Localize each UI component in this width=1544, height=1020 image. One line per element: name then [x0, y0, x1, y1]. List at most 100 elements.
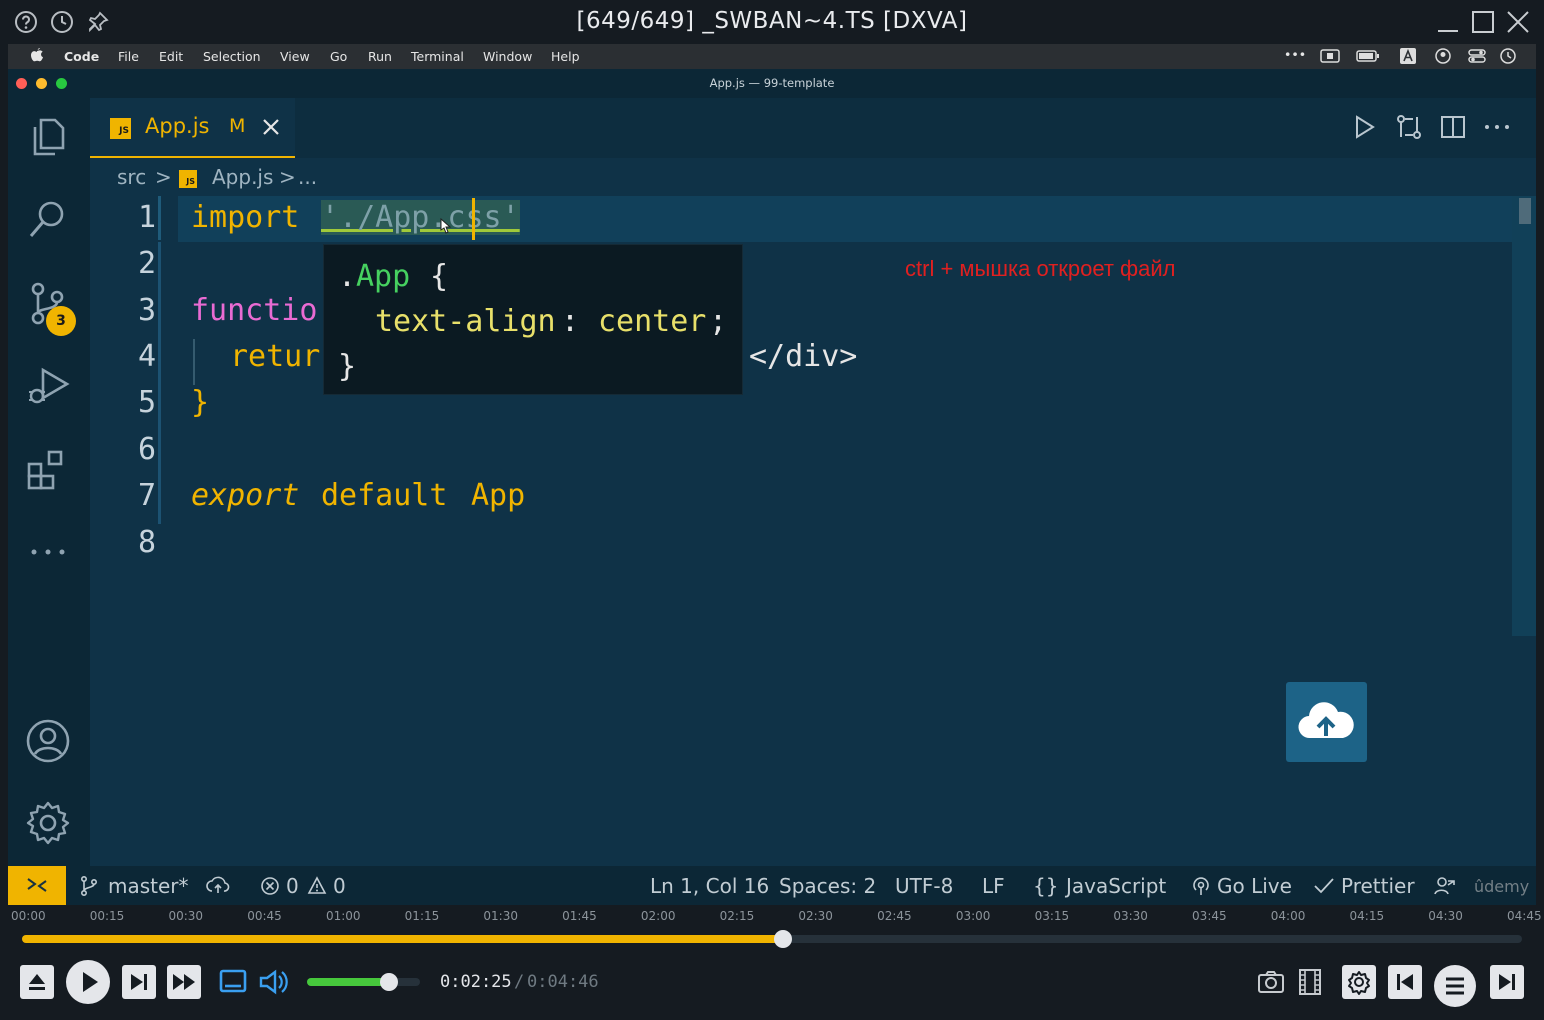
screenshot-icon[interactable]	[1254, 965, 1288, 999]
menu-go[interactable]: Go	[330, 49, 347, 64]
menu-code[interactable]: Code	[64, 49, 99, 64]
code-editor[interactable]: 1 2 3 4 5 6 7 8 import './App.css' funct…	[90, 194, 1536, 866]
subtitles-icon[interactable]	[216, 965, 250, 999]
search-icon[interactable]	[25, 196, 71, 242]
volume-slider[interactable]	[307, 973, 420, 991]
minimap[interactable]	[1512, 196, 1536, 636]
battery-icon[interactable]	[1356, 49, 1380, 63]
prettier-status[interactable]: Prettier	[1341, 874, 1415, 898]
hover-preview: . App { text-align : center ; }	[323, 244, 743, 395]
tabs-row: JS App.js M	[90, 98, 1536, 158]
encoding[interactable]: UTF-8	[895, 874, 953, 898]
volume-handle[interactable]	[380, 973, 399, 991]
code-import-path[interactable]: './App.css'	[321, 200, 520, 235]
breadcrumb-separator-2: >	[279, 165, 296, 189]
annotation-text: ctrl + мышка откроет файл	[905, 256, 1176, 281]
editor-more-icon[interactable]	[1483, 114, 1511, 140]
mouse-pointer-icon	[438, 218, 452, 234]
tab-app-js[interactable]: JS App.js M	[90, 98, 295, 158]
control-center-icon[interactable]	[1468, 48, 1486, 64]
breadcrumb-folder[interactable]: src	[117, 165, 146, 189]
menubar-more[interactable]: •••	[1284, 47, 1306, 62]
maximize-icon[interactable]	[1471, 10, 1495, 34]
code-default: default	[321, 478, 448, 513]
hover-value: center	[598, 304, 707, 339]
menu-window[interactable]: Window	[483, 49, 532, 64]
filmstrip-icon[interactable]	[1293, 965, 1327, 999]
compare-changes-icon[interactable]	[1395, 113, 1423, 141]
breadcrumb-file[interactable]: App.js	[212, 165, 273, 189]
explorer-icon[interactable]	[25, 114, 71, 160]
window-zoom-dot[interactable]	[56, 78, 67, 89]
eject-button[interactable]	[20, 965, 54, 999]
upload-button[interactable]	[1286, 682, 1367, 762]
seek-bar[interactable]	[22, 930, 1522, 948]
screen-mirror-icon[interactable]	[1320, 49, 1340, 63]
line-endings[interactable]: LF	[982, 874, 1005, 898]
menu-run[interactable]: Run	[368, 49, 392, 64]
indentation[interactable]: Spaces: 2	[779, 874, 876, 898]
warnings-count[interactable]: 0	[333, 874, 346, 898]
live-share-icon[interactable]	[1434, 876, 1456, 896]
udemy-watermark: ûdemy	[1474, 877, 1530, 896]
current-time: 0:02:25	[440, 972, 512, 992]
activity-bar: 3	[8, 98, 90, 866]
next-frame-button[interactable]	[122, 965, 156, 999]
timeline-label: 01:30	[483, 909, 518, 923]
menu-view[interactable]: View	[280, 49, 310, 64]
breadcrumb: src > JS App.js > ...	[90, 158, 1536, 194]
split-editor-icon[interactable]	[1440, 114, 1466, 140]
remote-indicator[interactable]	[8, 866, 66, 905]
text-cursor	[472, 198, 475, 240]
run-file-icon[interactable]	[1351, 114, 1377, 140]
menu-edit[interactable]: Edit	[159, 49, 183, 64]
more-icon[interactable]	[25, 530, 71, 576]
account-icon[interactable]	[25, 718, 71, 764]
playlist-button[interactable]	[1434, 965, 1476, 1007]
timeline-label: 02:15	[719, 909, 755, 923]
sync-icon[interactable]	[206, 876, 230, 896]
timeline-label: 01:00	[325, 909, 361, 923]
window-close-dot[interactable]	[16, 78, 27, 89]
clock-icon[interactable]	[1500, 48, 1516, 64]
minimize-icon[interactable]	[1436, 10, 1460, 34]
next-button[interactable]	[1490, 965, 1524, 999]
git-gutter-added	[158, 196, 161, 240]
play-button[interactable]	[66, 960, 110, 1004]
timeline-label: 04:30	[1428, 909, 1463, 923]
settings-gear-icon[interactable]	[25, 800, 71, 846]
scrollbar-thumb[interactable]	[1519, 198, 1531, 224]
line-number: 3	[137, 293, 156, 328]
close-icon[interactable]	[1506, 10, 1530, 34]
volume-icon[interactable]	[256, 965, 290, 999]
timeline-label: 03:45	[1192, 909, 1227, 923]
apple-icon[interactable]	[30, 47, 44, 63]
menu-file[interactable]: File	[118, 49, 139, 64]
tab-close-icon[interactable]	[261, 117, 281, 137]
seek-handle[interactable]	[773, 930, 792, 948]
warnings-icon[interactable]	[307, 876, 327, 896]
prettier-check-icon	[1313, 876, 1335, 896]
menu-selection[interactable]: Selection	[203, 49, 261, 64]
menu-help[interactable]: Help	[551, 49, 580, 64]
tab-label: App.js	[145, 114, 210, 138]
input-source-icon[interactable]	[1400, 48, 1416, 64]
timeline-label: 00:45	[247, 909, 282, 923]
extensions-icon[interactable]	[25, 446, 71, 492]
go-live-button[interactable]: Go Live	[1217, 874, 1292, 898]
menu-terminal[interactable]: Terminal	[411, 49, 464, 64]
breadcrumb-more[interactable]: ...	[298, 165, 317, 189]
errors-count[interactable]: 0	[286, 874, 299, 898]
language-mode[interactable]: JavaScript	[1066, 874, 1166, 898]
cursor-position[interactable]: Ln 1, Col 16	[650, 874, 769, 898]
run-debug-icon[interactable]	[25, 362, 71, 408]
user-icon[interactable]	[1435, 48, 1451, 64]
fast-forward-button[interactable]	[167, 965, 201, 999]
git-branch[interactable]: master*	[108, 874, 189, 898]
previous-button[interactable]	[1388, 965, 1422, 999]
code-closing-tag: </div>	[749, 339, 858, 374]
window-minimize-dot[interactable]	[36, 78, 47, 89]
settings-icon[interactable]	[1342, 965, 1376, 999]
line-number: 6	[137, 432, 156, 467]
errors-icon[interactable]	[260, 876, 280, 896]
